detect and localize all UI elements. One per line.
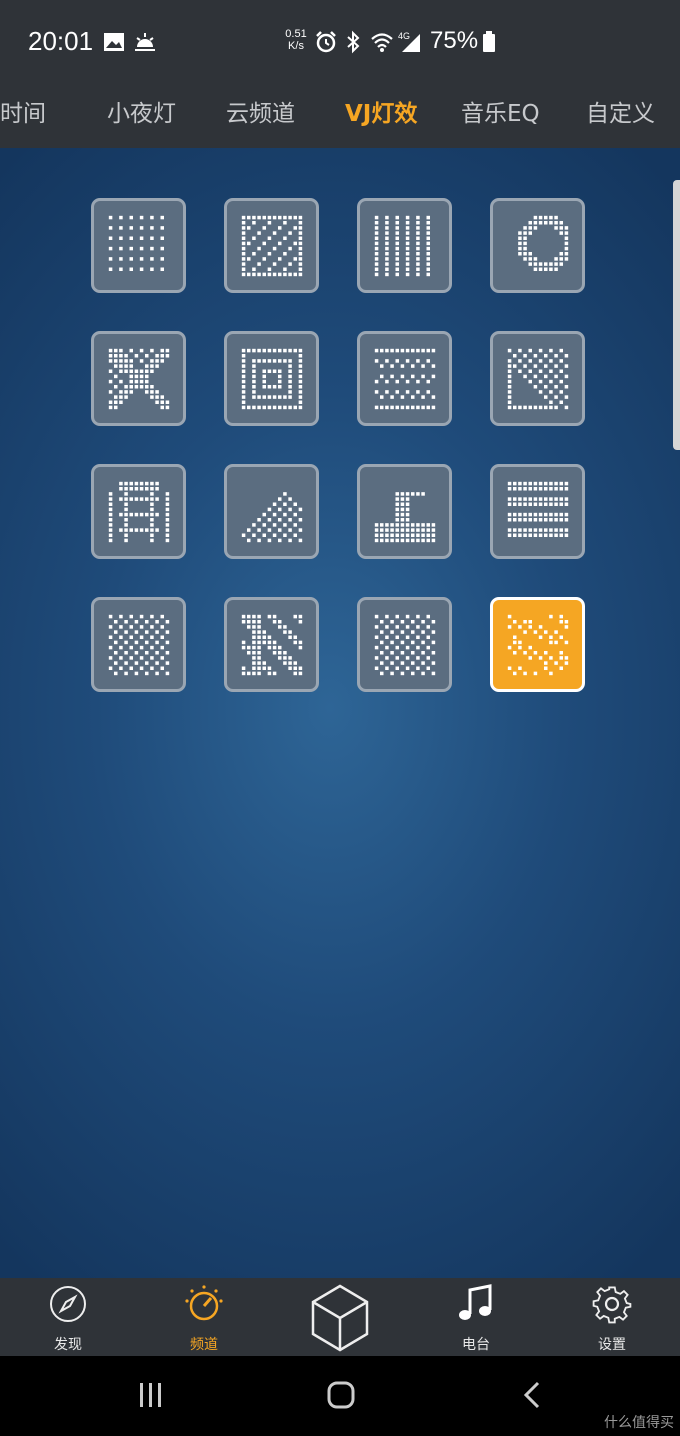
horizontal-lines-icon <box>507 481 568 537</box>
watermark: 什么值得买 <box>604 1415 674 1431</box>
effect-tile[interactable] <box>91 331 186 426</box>
bluetooth-icon <box>341 30 365 54</box>
back-icon[interactable] <box>518 1380 548 1414</box>
effect-tile[interactable] <box>490 597 585 692</box>
vertical-bars-icon <box>374 215 430 276</box>
weather-icon <box>133 30 157 54</box>
arch-pattern-icon <box>108 481 169 542</box>
effect-tile[interactable] <box>224 597 319 692</box>
pixel-face-icon <box>241 215 302 276</box>
concentric-square-icon <box>241 348 302 409</box>
net-speed-unit: K/s <box>288 40 304 52</box>
category-tabs: 时间 小夜灯 云频道 VJ灯效 音乐EQ 自定义 <box>0 80 680 148</box>
checker-diamond-icon <box>108 614 169 675</box>
nav-settings-label: 设置 <box>598 1337 626 1353</box>
curve-arc-icon <box>517 215 568 271</box>
nav-channel-label: 频道 <box>190 1337 218 1353</box>
alarm-icon <box>314 30 338 54</box>
pinwheel-icon <box>108 348 169 409</box>
effects-panel <box>0 148 680 1278</box>
effect-tile[interactable] <box>224 331 319 426</box>
stairs-icon <box>374 491 435 542</box>
home-icon[interactable] <box>326 1380 356 1414</box>
status-bar: 20:01 0.51 K/s 4G 75% <box>0 0 680 80</box>
gear-icon <box>592 1286 632 1324</box>
signal-icon: 4G <box>396 30 426 54</box>
tab-music-eq[interactable]: 音乐EQ <box>461 94 540 128</box>
effect-tile[interactable] <box>91 597 186 692</box>
net-speed: 0.51 K/s <box>283 28 309 52</box>
wifi-icon <box>370 30 394 54</box>
effect-tile[interactable] <box>490 331 585 426</box>
net-speed-value: 0.51 <box>285 28 307 40</box>
bottom-nav: 发现 频道 电台 设置 <box>0 1278 680 1356</box>
nav-channel[interactable]: 频道 <box>149 1278 259 1356</box>
dot-grid-icon <box>108 215 164 271</box>
scrollbar[interactable] <box>673 180 680 450</box>
diagonal-split-icon <box>507 348 568 409</box>
effect-tile[interactable] <box>357 198 452 293</box>
effect-tile[interactable] <box>357 331 452 426</box>
effect-tile[interactable] <box>91 198 186 293</box>
nav-radio-label: 电台 <box>462 1337 490 1353</box>
cube-icon <box>311 1284 369 1352</box>
knob-icon <box>185 1285 223 1321</box>
system-nav-bar: 什么值得买 <box>0 1356 680 1436</box>
battery-icon <box>482 30 496 54</box>
tab-custom[interactable]: 自定义 <box>586 94 655 128</box>
nav-settings[interactable]: 设置 <box>557 1278 667 1356</box>
effects-grid <box>91 198 589 696</box>
recents-icon[interactable] <box>136 1380 166 1414</box>
image-icon <box>102 30 126 54</box>
zigzag-icon <box>241 614 302 675</box>
tab-cloud-channel[interactable]: 云频道 <box>226 94 295 128</box>
mountain-icon <box>241 491 302 542</box>
clock: 20:01 <box>28 26 94 56</box>
effect-tile[interactable] <box>357 597 452 692</box>
nav-device[interactable] <box>285 1278 395 1356</box>
battery-percent: 75% <box>430 27 479 54</box>
tab-time[interactable]: 时间 <box>0 94 46 128</box>
music-note-icon <box>459 1284 492 1320</box>
tab-night-light[interactable]: 小夜灯 <box>107 94 176 128</box>
nav-discover-label: 发现 <box>54 1337 82 1353</box>
effect-tile[interactable] <box>357 464 452 559</box>
effect-tile[interactable] <box>490 464 585 559</box>
nav-discover[interactable]: 发现 <box>13 1278 123 1356</box>
compass-icon <box>50 1286 86 1322</box>
effect-tile[interactable] <box>224 198 319 293</box>
checkerboard-icon <box>374 614 435 675</box>
tab-vj-effects[interactable]: VJ灯效 <box>345 94 417 128</box>
effect-tile[interactable] <box>490 198 585 293</box>
sparkle-icon <box>507 614 568 675</box>
pixel-wave-icon <box>374 348 435 409</box>
nav-radio[interactable]: 电台 <box>421 1278 531 1356</box>
effect-tile[interactable] <box>224 464 319 559</box>
effect-tile[interactable] <box>91 464 186 559</box>
network-type: 4G <box>398 31 410 41</box>
